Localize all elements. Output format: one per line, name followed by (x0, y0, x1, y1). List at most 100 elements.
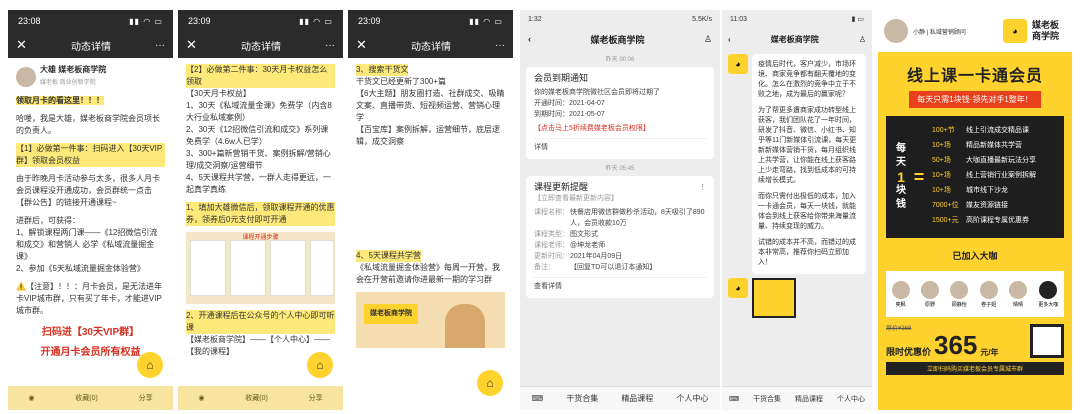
phone-panel-3: 23:09 ▮▮ ◠ ▭ ✕ 动态详情 ··· 3、搜索干货文 干货文已经更新了3… (348, 10, 513, 410)
card-body: 你的媒老板商学院微社区会员即将过期了 (534, 89, 660, 96)
message-bubble: 疫情后时代，客户减少，市场环境、商家竞争都有翻天覆地的变化。怎么在激烈的竞争中立… (752, 54, 866, 274)
close-icon[interactable]: ✕ (186, 37, 197, 53)
message-para: 为了帮更多遭商家成功转型线上获客，我们团队花了一年时间，研发了抖音、微信、小红书… (758, 107, 857, 184)
close-icon[interactable]: ✕ (356, 37, 367, 53)
expert-name: 原野 (924, 301, 935, 308)
network-speed: 5.5K/s (692, 15, 712, 23)
share-button[interactable]: 分享 (309, 393, 323, 403)
title-bar: ✕ 动态详情 ··· (8, 32, 173, 58)
status-bar: 23:08 ▮▮ ◠ ▭ (8, 10, 173, 32)
post-line: 【1】必做第一件事：扫码进入【30天VIP群】领取会员权益 (16, 143, 165, 167)
benefit-label: 线上营销行业案例拆解 (966, 171, 1036, 179)
home-icon[interactable]: ⌂ (477, 370, 503, 396)
expert: 晴晴 (1008, 280, 1027, 308)
renew-link[interactable]: 【点击马上5折续费媒老板会员权限】 (534, 123, 706, 134)
profile-icon[interactable]: ♙ (859, 35, 866, 44)
more-icon[interactable]: ··· (325, 40, 335, 51)
course-update-card[interactable]: 课程更新提醒 ⋮ 【立即查看最新更新内容】 课程名称： 快餐店用微信群做秒杀活动，… (526, 176, 714, 298)
post-line: ⚠️【注意】！！：月卡会员，是无法进年卡VIP城市群，只有买了年卡，才能进VIP… (16, 282, 162, 315)
back-icon[interactable]: ‹ (728, 35, 731, 44)
more-icon[interactable]: ··· (495, 40, 505, 51)
keyboard-icon[interactable]: ⌨ (729, 395, 739, 403)
price-unit: 元/年 (980, 348, 999, 357)
benefit-list: 100+节 线上引流成交精品课 10+场 精品新媒体共学营 50+场 大咖直播最新玩法… (928, 125, 1058, 230)
expert-name: 晴晴 (1012, 301, 1023, 308)
post-line: 4、5天课程共学营 (356, 250, 421, 262)
menu-item-articles[interactable]: 干货合集 (753, 394, 781, 404)
card-row: 开通时间：2021-04-07 (534, 100, 605, 107)
consultant-name: 小静 | 私域营销顾问 (913, 29, 966, 36)
per-day-text: 每 天 1 块 钱 (892, 142, 910, 212)
person-image (445, 304, 485, 348)
menu-item-profile[interactable]: 个人中心 (676, 393, 708, 404)
expert: 更多大咖 (1038, 280, 1058, 308)
phone-panel-1: 23:08 ▮▮ ◠ ▭ ✕ 动态详情 ··· 大雄 媒老板商学院 媒老板 商业创… (8, 10, 173, 410)
price-label: 限时优惠价 (886, 347, 932, 357)
post-line: 1、解锁课程两门课——《12招微信引流和成交》和营销人 必学《私域流量掘金课》 (16, 228, 158, 261)
qr-code[interactable] (1030, 324, 1064, 358)
brand-avatar[interactable]: ◕ (728, 278, 748, 298)
post-line: 由于昨晚月卡活动参与太多，很多人月卡会员课程没开通成功，会员群统一点击【群公告】… (16, 174, 160, 207)
details-link[interactable]: 详情 (534, 138, 706, 153)
avatar[interactable] (16, 66, 36, 87)
like-icon[interactable]: ◉ (198, 394, 204, 402)
like-icon[interactable]: ◉ (28, 394, 34, 402)
status-bar: 23:09 ▮▮ ◠ ▭ (348, 10, 513, 32)
menu-item-profile[interactable]: 个人中心 (837, 394, 865, 404)
status-time: 11:03 (730, 15, 747, 23)
benefit-count: 50+场 (932, 156, 951, 164)
view-details-link[interactable]: 查看详情 (534, 277, 706, 292)
message-para: 而你只需付出极低的成本，加入一卡通会员，每天一块钱，就能体会到线上获客给你带来海… (758, 193, 856, 230)
profile-icon[interactable]: ♙ (704, 34, 712, 45)
menu-item-courses[interactable]: 精品课程 (795, 394, 823, 404)
menu-item-articles[interactable]: 干货合集 (566, 393, 598, 404)
brand-avatar[interactable]: ◕ (728, 54, 748, 74)
benefit-row: 50+场 大咖直播最新玩法分享 (932, 155, 1058, 165)
home-icon[interactable]: ⌂ (137, 352, 163, 378)
image-message-row: ◕ (722, 278, 872, 318)
post-line: 领取月卡的看这里！！！ (16, 96, 104, 105)
home-icon[interactable]: ⌂ (307, 352, 333, 378)
status-time: 23:08 (18, 16, 41, 26)
more-icon[interactable]: ⋮ (699, 182, 706, 193)
benefit-label: 大咖直播最新玩法分享 (966, 156, 1036, 164)
battery-icon: ▮ ▭ (851, 16, 864, 23)
more-icon[interactable]: ··· (155, 40, 165, 51)
favorite-button[interactable]: 收藏(0) (75, 393, 98, 403)
menu-bar: ⌨ 干货合集 精品课程 个人中心 (520, 386, 720, 410)
close-icon[interactable]: ✕ (16, 37, 27, 53)
phone-panel-5: 11:03 ▮ ▭ ‹ 媒老板商学院 ♙ ◕ 疫情后时代，客户减少，市场环境、商… (722, 10, 872, 410)
headline: 线上课一卡通会员 (906, 68, 1043, 85)
keyboard-icon[interactable]: ⌨ (532, 394, 544, 403)
message-para: 试错的成本并不高，而错过的成本非常高，推荐你扫码立即加入！ (758, 239, 856, 266)
headline-block: 线上课一卡通会员 每天只需1块钱·领先对手1整年！ (878, 62, 1072, 108)
timestamp: 昨天 00:06 (605, 57, 635, 63)
expert: 顾静怡 (950, 280, 969, 308)
title-bar: ‹ 媒老板商学院 ♙ (520, 28, 720, 50)
card-subtitle: 【立即查看最新更新内容】 (534, 195, 618, 202)
benefit-label: 精品新媒体共学营 (966, 141, 1022, 149)
benefit-row: 7000+位 媒友资源链接 (932, 200, 1058, 210)
favorite-button[interactable]: 收藏(0) (245, 393, 268, 403)
menu-bar: ⌨ 干货合集 精品课程 个人中心 (722, 386, 872, 410)
benefit-label: 高阶课程专属优惠券 (966, 216, 1029, 224)
share-button[interactable]: 分享 (139, 393, 153, 403)
benefit-label: 媒友资源链接 (966, 201, 1008, 209)
menu-item-courses[interactable]: 精品课程 (621, 393, 653, 404)
cta-line-1: 扫码进【30天VIP群】 (41, 327, 140, 338)
card-title: 课程更新提醒 (534, 182, 589, 192)
benefits-panel: 每 天 1 块 钱 = 100+节 线上引流成交精品课 10+场 精品新媒体共学营 … (886, 116, 1064, 238)
bottom-bar: ◉ 收藏(0) 分享 (178, 386, 343, 410)
membership-card[interactable]: 会员到期通知 你的媒老板商学院微社区会员即将过期了 开通时间：2021-04-0… (526, 67, 714, 159)
benefit-count: 10+场 (932, 141, 951, 149)
post-line: 3、搜索干货文 (356, 64, 409, 76)
post-line: 【30天月卡权益】 (186, 89, 251, 98)
expert: 卷子姐 (979, 280, 998, 308)
poster-thumbnail[interactable] (752, 278, 796, 318)
post-content: 3、搜索干货文 干货文已经更新了300+篇 【6大主题】朋友圈打造、社群成交、吸… (348, 58, 513, 410)
post-line: 【百宝库】案例拆解，运营细节，底层逻辑，成交洞察 (356, 125, 500, 146)
expert-name: 卷子姐 (981, 301, 997, 308)
post-line: 1、填加大雄微信后，领取课程开通的优惠券，领券后0元支付即可开通 (186, 202, 335, 226)
title-bar: ‹ 媒老板商学院 ♙ (722, 28, 872, 50)
back-icon[interactable]: ‹ (528, 34, 531, 44)
